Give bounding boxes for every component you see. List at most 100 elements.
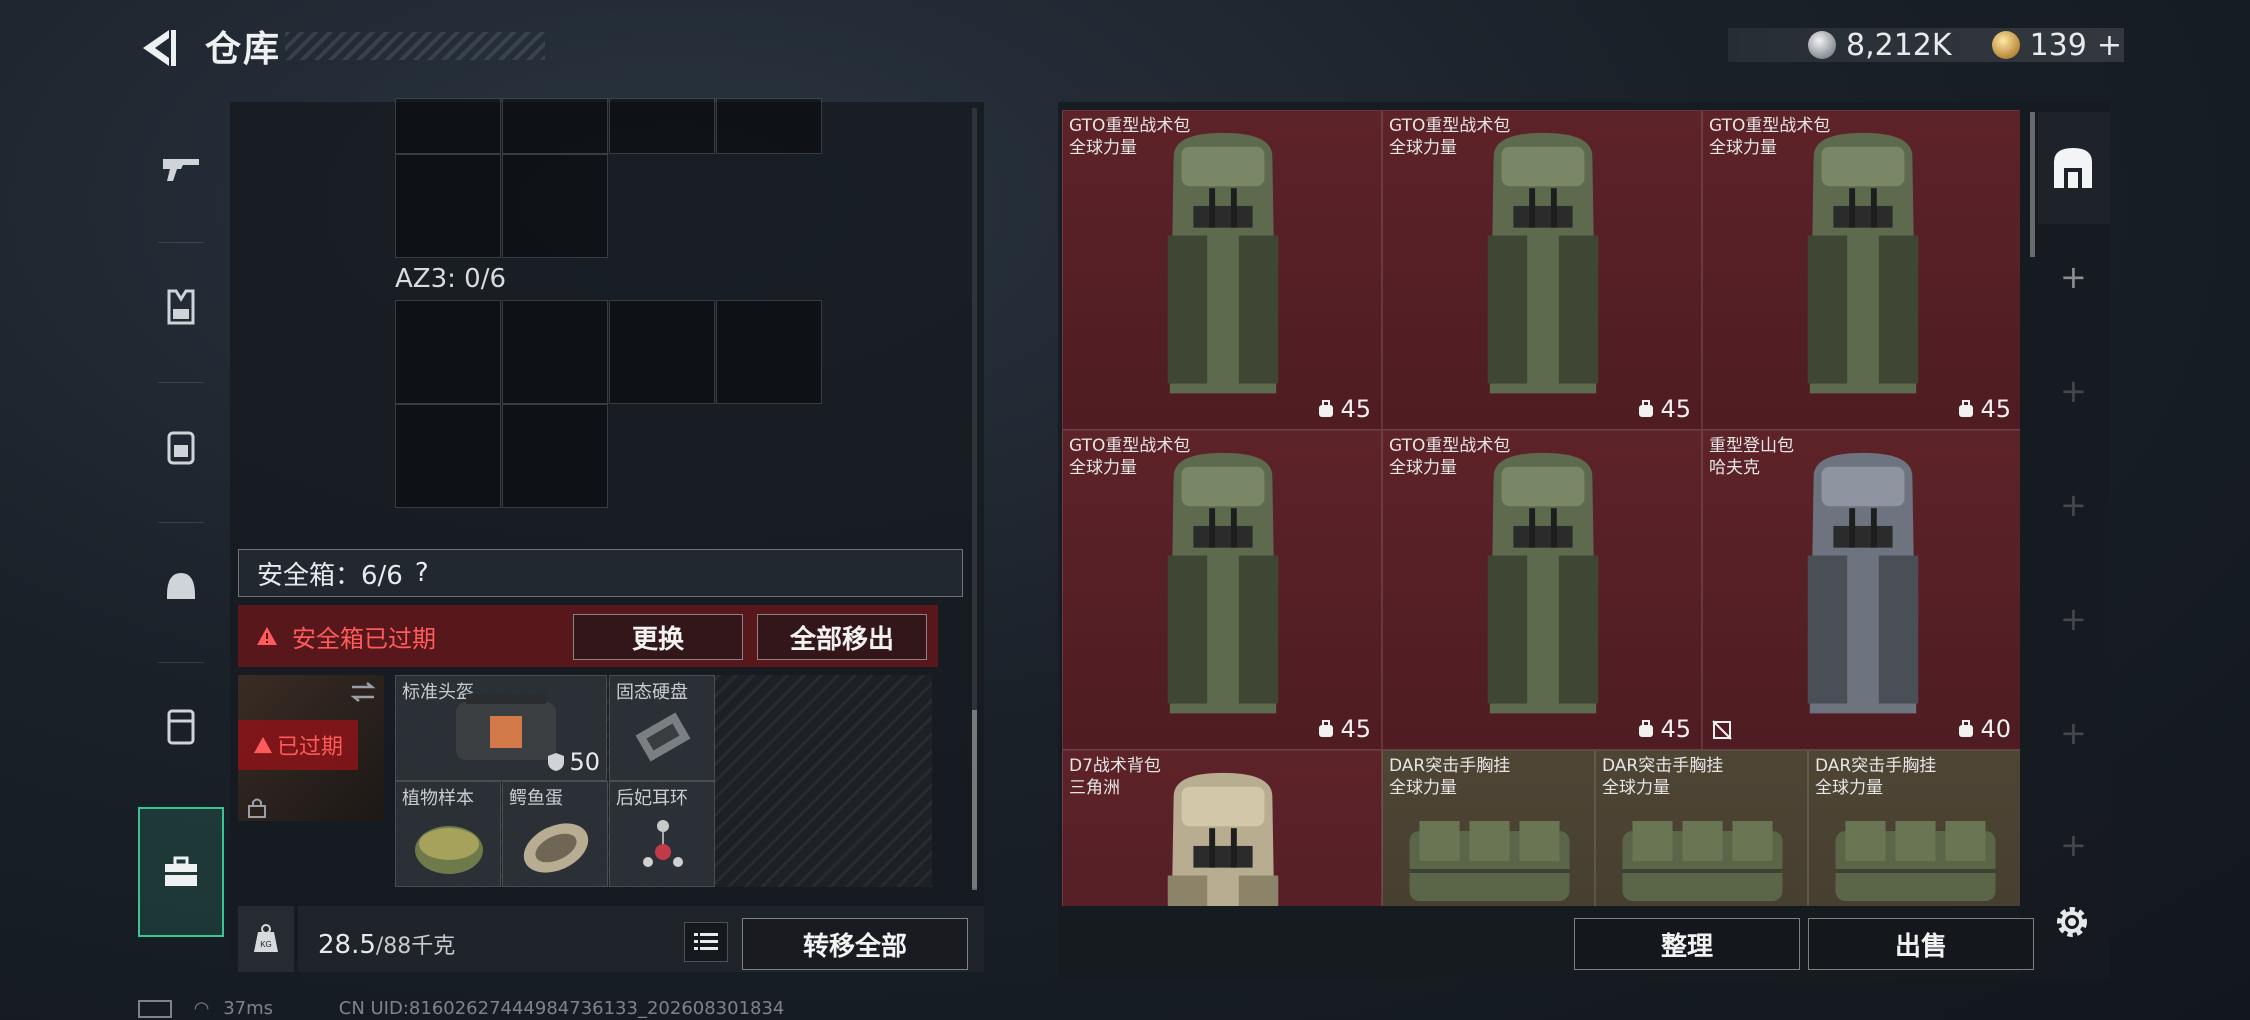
title-decoration: [285, 32, 545, 60]
backpack-icon: [1807, 132, 1919, 394]
wifi-icon: ◠: [193, 998, 210, 1019]
sort-button[interactable]: 整理: [1574, 918, 1800, 970]
vest-icon: [167, 289, 195, 325]
gold-coin-icon: [1991, 31, 2020, 59]
az3-label: AZ3: 0/6: [395, 264, 507, 294]
grid-slot[interactable]: [502, 154, 608, 258]
ssd-icon: [635, 712, 691, 762]
grid-slot[interactable]: [395, 404, 501, 508]
backpack-icon: [1807, 452, 1919, 714]
sell-button[interactable]: 出售: [1808, 918, 2034, 970]
chest-rig-icon: [1409, 821, 1570, 901]
grid-slot[interactable]: [502, 98, 608, 154]
nav-item-backpacks[interactable]: [138, 382, 224, 512]
back-arrow-icon[interactable]: [135, 24, 183, 72]
gun-icon: [163, 159, 199, 181]
safe-box-header: 安全箱：6/6 ?: [238, 549, 963, 597]
backpack-icon: [167, 431, 195, 465]
list-view-button[interactable]: [684, 922, 728, 962]
nav-item-helmets[interactable]: [138, 522, 224, 652]
grid-slot[interactable]: [609, 300, 715, 404]
storage-item[interactable]: GTO重型战术包 全球力量 45: [1062, 110, 1382, 430]
plant-sample-icon: [415, 826, 483, 874]
backpack-icon: [1487, 452, 1599, 714]
right-scrollbar[interactable]: [2030, 112, 2035, 257]
weight-readout: 28.5/88千克: [318, 930, 456, 960]
nav-item-armor[interactable]: [138, 662, 224, 792]
nav-item-vests[interactable]: [138, 242, 224, 372]
grid-slot[interactable]: [716, 98, 822, 154]
storage-item[interactable]: GTO重型战术包 全球力量 45: [1382, 430, 1702, 750]
nav-item-safe-box[interactable]: [138, 807, 224, 937]
settings-gear-icon[interactable]: [2052, 902, 2092, 942]
no-trade-icon: [1712, 720, 1732, 740]
add-currency-button[interactable]: +: [2097, 28, 2122, 63]
safe-box-label: 安全箱：6/6: [257, 560, 403, 591]
storage-grid: GTO重型战术包 全球力量 45 GTO重型战术包 全球力量 45 GTO重型战术包 全球力量…: [1062, 110, 2020, 906]
nav-item-weapons[interactable]: [138, 102, 224, 232]
capacity-value: 45: [1340, 395, 1371, 423]
storage-item[interactable]: GTO重型战术包 全球力量 45: [1382, 110, 1702, 430]
storage-item[interactable]: D7战术背包 三角洲: [1062, 750, 1382, 906]
grid-slot[interactable]: [395, 154, 501, 258]
bag-capacity-icon: [1639, 720, 1654, 737]
left-scrollbar[interactable]: [972, 710, 977, 890]
storage-item[interactable]: DAR突击手胸挂 全球力量: [1382, 750, 1595, 906]
grid-slot[interactable]: [502, 300, 608, 404]
replace-button[interactable]: 更换: [573, 614, 743, 660]
shield-icon: [548, 753, 565, 771]
item-name: DAR突击手胸挂: [1389, 756, 1511, 776]
grid-slot[interactable]: [609, 98, 715, 154]
battery-icon: [138, 1000, 172, 1018]
safe-item-croc-egg[interactable]: 鳄鱼蛋: [502, 781, 608, 887]
add-storage-tab-button[interactable]: +: [2060, 258, 2087, 296]
item-maker: 全球力量: [1389, 458, 1457, 478]
capacity-value: 45: [1980, 395, 2011, 423]
locked-storage-tab: +: [2060, 714, 2087, 752]
uid: CN UID:81602627444984736133_202608301834: [338, 998, 785, 1019]
grid-slot[interactable]: [395, 300, 501, 404]
case-expired-label: 已过期: [238, 720, 358, 770]
grid-slot[interactable]: [716, 300, 822, 404]
case-expired-text: 已过期: [276, 735, 343, 760]
help-button[interactable]: ?: [415, 558, 429, 588]
storage-tab-main[interactable]: [2038, 112, 2110, 224]
warning-icon: [253, 736, 272, 754]
storage-item[interactable]: DAR突击手胸挂 全球力量: [1808, 750, 2020, 906]
capacity-badge: 45: [1316, 715, 1371, 743]
storage-home-icon: [2054, 148, 2092, 188]
swap-icon[interactable]: [348, 680, 378, 704]
capacity-value: 45: [1340, 715, 1371, 743]
item-name: DAR突击手胸挂: [1815, 756, 1937, 776]
storage-item[interactable]: 重型登山包 哈夫克 40: [1702, 430, 2020, 750]
safe-item-plant[interactable]: 植物样本: [395, 781, 501, 887]
grid-slot[interactable]: [395, 98, 501, 154]
remove-all-button[interactable]: 全部移出: [757, 614, 927, 660]
capacity-badge: 45: [1316, 395, 1371, 423]
silver-amount: 8,212K: [1846, 27, 1952, 63]
item-name: D7战术背包: [1069, 756, 1161, 776]
item-maker: 全球力量: [1069, 458, 1137, 478]
grid-slot[interactable]: [502, 404, 608, 508]
bag-capacity-icon: [1959, 720, 1974, 737]
storage-item[interactable]: GTO重型战术包 全球力量 45: [1062, 430, 1382, 750]
currency-bar: 8,212K 139 +: [1728, 27, 2124, 63]
safe-item-earring[interactable]: 后妃耳环: [609, 781, 715, 887]
capacity-value: 45: [1660, 715, 1691, 743]
storage-item[interactable]: GTO重型战术包 全球力量 45: [1702, 110, 2020, 430]
item-maker: 全球力量: [1815, 778, 1883, 798]
locked-storage-tab: +: [2060, 826, 2087, 864]
safe-item-helmet[interactable]: 标准头盔 50: [395, 675, 607, 781]
item-maker: 全球力量: [1389, 138, 1457, 158]
ping: 37ms: [223, 998, 274, 1019]
page-title: 仓库: [205, 29, 282, 70]
expired-warning-text: 安全箱已过期: [292, 624, 436, 653]
safe-item-ssd[interactable]: 固态硬盘: [609, 675, 715, 781]
weight-icon: KG: [254, 924, 278, 952]
item-name: DAR突击手胸挂: [1602, 756, 1724, 776]
transfer-all-button[interactable]: 转移全部: [742, 918, 968, 970]
storage-item[interactable]: DAR突击手胸挂 全球力量: [1595, 750, 1808, 906]
bag-capacity-icon: [1319, 720, 1334, 737]
durability: 50: [547, 748, 600, 776]
helmet-icon: [167, 573, 195, 599]
